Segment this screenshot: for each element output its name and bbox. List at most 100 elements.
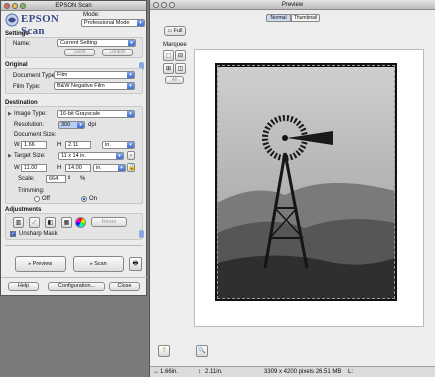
status-pixels: 3309 x 4200 pixels 26.51 MB — [264, 369, 342, 375]
resolution-label: Resolution: — [14, 122, 45, 128]
tone-curve-icon[interactable]: ⟋ — [29, 217, 40, 228]
tab-normal[interactable]: Normal — [266, 14, 291, 22]
minimize-icon[interactable] — [12, 3, 18, 9]
image-type-value: 16-bit Grayscale — [60, 111, 101, 117]
scale-unit: % — [80, 176, 86, 182]
close-icon[interactable] — [153, 2, 159, 8]
image-type-label: Image Type: — [14, 111, 47, 117]
trimming-off-radio[interactable] — [34, 196, 40, 202]
status-width-icon: ↔ — [153, 369, 159, 375]
fit-window-icon[interactable]: ◫ — [175, 63, 186, 74]
chevron-down-icon: ▾ — [137, 20, 144, 26]
film-type-select[interactable]: B&W Negative Film ▾ — [54, 82, 135, 90]
target-size-value: 11 x 14 in. — [61, 153, 86, 159]
zoom-preview-icon[interactable]: 🔍 — [196, 345, 208, 357]
target-unit-select[interactable]: in. ▾ — [93, 164, 126, 172]
scan-button-label: Scan — [94, 261, 107, 267]
film-type-label: Film Type: — [13, 84, 41, 90]
scroll-indicator[interactable] — [139, 230, 144, 238]
chevron-down-icon: ▾ — [116, 153, 123, 159]
marquee-new-icon[interactable]: ⬚ — [163, 50, 174, 61]
scale-label: Scale: — [18, 176, 35, 182]
target-size-label: Target Size: — [14, 153, 46, 159]
name-select[interactable]: Current Setting ▾ — [57, 39, 136, 47]
marquee-selection[interactable] — [217, 65, 395, 299]
unsharp-mask-checkbox[interactable]: ✓ — [10, 231, 16, 237]
reset-button[interactable]: Reset — [91, 217, 127, 227]
preview-window-titlebar: Preview — [150, 0, 435, 10]
help-button[interactable]: Help — [8, 282, 39, 291]
trimming-on-radio[interactable] — [81, 196, 87, 202]
tab-thumbnail[interactable]: Thumbnail — [291, 14, 320, 22]
all-button[interactable]: All — [165, 76, 184, 84]
status-height-icon: ↕ — [198, 369, 201, 375]
resolution-unit: dpi — [88, 122, 97, 128]
target-width-label: W — [14, 165, 20, 171]
mode-select[interactable]: Professional Mode ▾ — [81, 19, 145, 27]
divider — [5, 245, 143, 246]
chevron-down-icon: ▾ — [127, 72, 134, 78]
epson-logo-icon — [5, 13, 19, 27]
disclosure-triangle-icon[interactable]: ▶ — [8, 153, 12, 159]
help-icon[interactable]: ? — [158, 345, 170, 357]
unsharp-mask-label: Unsharp Mask — [19, 231, 58, 237]
preview-window-title: Preview — [281, 2, 304, 8]
name-value: Current Setting — [60, 40, 97, 46]
scan-button[interactable]: ▸ Scan — [73, 256, 124, 272]
scale-stepper-icon[interactable]: ⇕ — [67, 175, 71, 181]
zoom-icon[interactable] — [169, 2, 175, 8]
delete-button[interactable]: Delete — [102, 49, 133, 56]
histogram-icon[interactable]: ▥ — [13, 217, 24, 228]
auto-locate-icon[interactable]: ⊞ — [163, 63, 174, 74]
doc-height-label: H — [57, 142, 62, 148]
target-options-icon[interactable]: ▫ — [127, 151, 135, 160]
status-height: 2.11in. — [205, 369, 223, 375]
marquee-delete-icon[interactable]: ⊟ — [175, 50, 186, 61]
save-button[interactable]: Save — [64, 49, 95, 56]
target-width-field[interactable]: 11.00 — [21, 164, 47, 172]
target-height-label: H — [57, 165, 62, 171]
name-label: Name: — [13, 41, 31, 47]
chevron-down-icon: ▾ — [127, 83, 134, 89]
close-icon[interactable] — [4, 3, 10, 9]
preview-button-label: Preview — [32, 261, 53, 267]
doc-unit-value: in. — [105, 142, 111, 148]
document-size-label: Document Size: — [14, 132, 57, 138]
document-type-select[interactable]: Film ▾ — [54, 71, 135, 79]
marquee-label: Marquee — [163, 42, 187, 48]
doc-width-field[interactable]: 1.66 — [21, 141, 47, 149]
disclosure-triangle-icon[interactable]: ▶ — [8, 111, 12, 117]
zoom-icon[interactable] — [20, 3, 26, 9]
trimming-on-label: On — [89, 196, 98, 202]
trimming-off-label: Off — [42, 196, 50, 202]
resolution-value: 300 — [61, 122, 71, 128]
resolution-select[interactable]: 300 ▾ — [58, 121, 85, 129]
document-type-label: Document Type: — [13, 73, 57, 79]
lock-icon[interactable]: 🔒 — [127, 163, 135, 172]
status-bar: ↔ 1.66in. ↕ 2.11in. 3309 x 4200 pixels 2… — [150, 366, 435, 377]
divider — [1, 277, 147, 278]
target-size-select[interactable]: 11 x 14 in. ▾ — [58, 152, 124, 160]
trimming-label: Trimming: — [18, 188, 45, 194]
full-button-label: Full — [173, 28, 183, 34]
configuration-button[interactable]: Configuration... — [48, 282, 105, 291]
minimize-icon[interactable] — [161, 2, 167, 8]
preview-canvas[interactable] — [194, 49, 424, 327]
scale-field[interactable]: 664 — [46, 175, 66, 183]
scan-window-title: EPSON Scan — [55, 3, 92, 9]
color-balance-icon[interactable]: ◧ — [45, 217, 56, 228]
document-type-value: Film — [57, 72, 68, 78]
chevron-down-icon: ▾ — [127, 111, 134, 117]
image-adjust-icon[interactable]: ▦ — [61, 217, 72, 228]
close-button[interactable]: Close — [109, 282, 140, 291]
target-unit-value: in. — [96, 165, 102, 171]
color-palette-icon[interactable] — [75, 217, 86, 228]
doc-height-field[interactable]: 2.11 — [65, 141, 91, 149]
doc-unit-select[interactable]: in. ▾ — [102, 141, 135, 149]
scanner-icon[interactable]: 🖶 — [129, 257, 142, 271]
full-button[interactable]: ▭ Full — [164, 26, 186, 36]
target-height-field[interactable]: 14.00 — [65, 164, 91, 172]
preview-button[interactable]: ▸ Preview — [15, 256, 66, 272]
film-type-value: B&W Negative Film — [57, 83, 105, 89]
image-type-select[interactable]: 16-bit Grayscale ▾ — [57, 110, 135, 118]
